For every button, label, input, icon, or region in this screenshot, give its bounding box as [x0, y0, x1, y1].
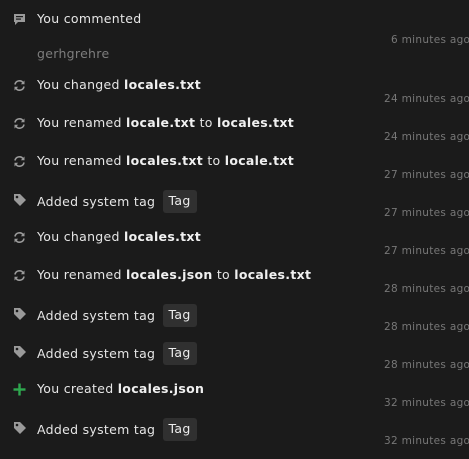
old-file-name: locales.json	[126, 267, 213, 282]
activity-timestamp: 6 minutes ago	[391, 34, 469, 46]
file-name: locales.txt	[124, 229, 202, 244]
sync-icon	[12, 268, 27, 283]
activity-lead: You changed	[37, 77, 120, 92]
activity-lead: You renamed	[37, 153, 122, 168]
activity-text: Added system tag Tag	[37, 342, 197, 366]
tag-icon	[12, 344, 27, 359]
activity-text: You changed locales.txt	[37, 77, 201, 93]
activity-item: You renamed locales.json to locales.txt 2…	[0, 256, 469, 295]
activity-lead: Added system tag	[37, 194, 156, 209]
file-name: locales.txt	[124, 77, 202, 92]
activity-lead: You changed	[37, 229, 120, 244]
activity-lead: Added system tag	[37, 308, 156, 323]
activity-lead: You renamed	[37, 267, 122, 282]
tag-icon	[12, 420, 27, 435]
activity-text: You renamed locales.json to locales.txt	[37, 267, 311, 283]
activity-item: You changed locales.txt 27 minutes ago	[0, 218, 469, 257]
old-file-name: locales.txt	[126, 153, 204, 168]
activity-text: You changed locales.txt	[37, 229, 201, 245]
activity-item: Added system tag Tag 28 minutes ago	[0, 294, 469, 333]
new-file-name: locales.txt	[234, 267, 312, 282]
activity-lead: You commented	[37, 11, 142, 26]
new-file-name: locales.txt	[217, 115, 294, 130]
sync-icon	[12, 230, 27, 245]
activity-text: You commented	[37, 11, 141, 27]
tag-pill: Tag	[162, 418, 197, 441]
file-name: locales.json	[117, 381, 205, 396]
rename-to-word: to	[207, 153, 221, 168]
comment-icon	[12, 12, 27, 27]
old-file-name: locale.txt	[126, 115, 196, 130]
activity-lead: Added system tag	[37, 422, 156, 437]
tag-pill: Tag	[162, 190, 197, 213]
activity-text: You renamed locales.txt to locale.txt	[37, 153, 294, 169]
activity-item: You renamed locale.txt to locales.txt 24 …	[0, 104, 469, 143]
tag-icon	[12, 192, 27, 207]
activity-lead: You renamed	[37, 115, 122, 130]
sync-icon	[12, 116, 27, 131]
activity-timestamp: 32 minutes ago	[384, 435, 469, 447]
rename-to-word: to	[199, 115, 213, 130]
activity-item: You changed locales.txt 24 minutes ago	[0, 66, 469, 105]
activity-lead: You created	[37, 381, 114, 396]
tag-pill: Tag	[162, 304, 197, 327]
activity-item: You commented gerhgrehre 6 minutes ago	[0, 0, 469, 66]
activity-text: Added system tag Tag	[37, 304, 197, 328]
tag-pill: Tag	[162, 342, 197, 365]
rename-to-word: to	[216, 267, 230, 282]
sync-icon	[12, 78, 27, 93]
new-file-name: locale.txt	[224, 153, 294, 168]
activity-text: Added system tag Tag	[37, 418, 197, 442]
comment-body: gerhgrehre	[37, 46, 110, 61]
sync-icon	[12, 154, 27, 169]
plus-icon	[12, 382, 27, 397]
activity-item: You renamed locales.txt to locale.txt 27 …	[0, 142, 469, 181]
activity-text: You renamed locale.txt to locales.txt	[37, 115, 294, 131]
activity-item: You created locales.json 32 minutes ago	[0, 370, 469, 409]
activity-feed: You commented gerhgrehre 6 minutes ago You …	[0, 0, 469, 459]
activity-item: Added system tag Tag 28 minutes ago	[0, 332, 469, 371]
activity-item: Added system tag Tag 27 minutes ago	[0, 180, 469, 219]
activity-item: Added system tag Tag 32 minutes ago	[0, 408, 469, 447]
activity-text: You created locales.json	[37, 381, 204, 397]
activity-lead: Added system tag	[37, 346, 156, 361]
tag-icon	[12, 306, 27, 321]
activity-text: Added system tag Tag	[37, 190, 197, 214]
